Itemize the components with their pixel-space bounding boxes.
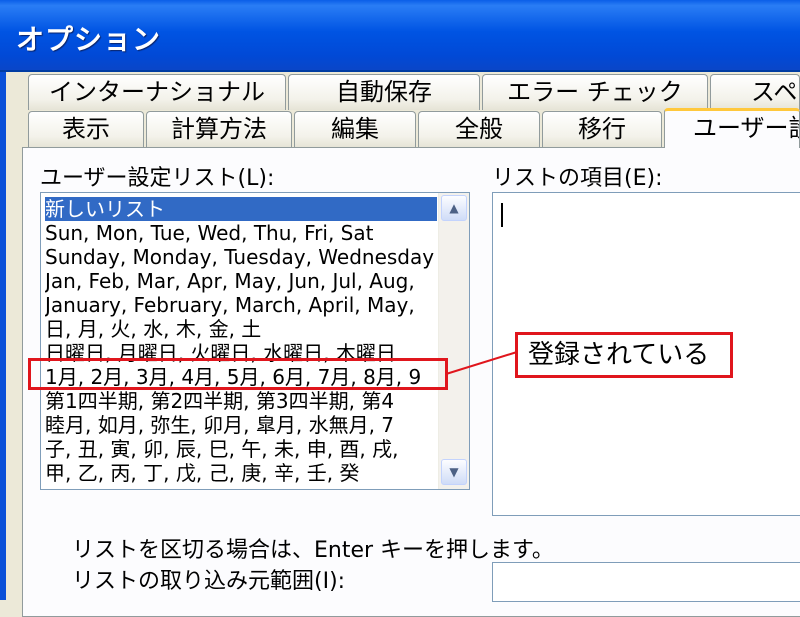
annotation-highlight-box (28, 358, 448, 390)
annotation-connector-line (445, 351, 518, 375)
annotation-connector (445, 351, 518, 375)
annotation-callout: 登録されている (515, 332, 733, 378)
